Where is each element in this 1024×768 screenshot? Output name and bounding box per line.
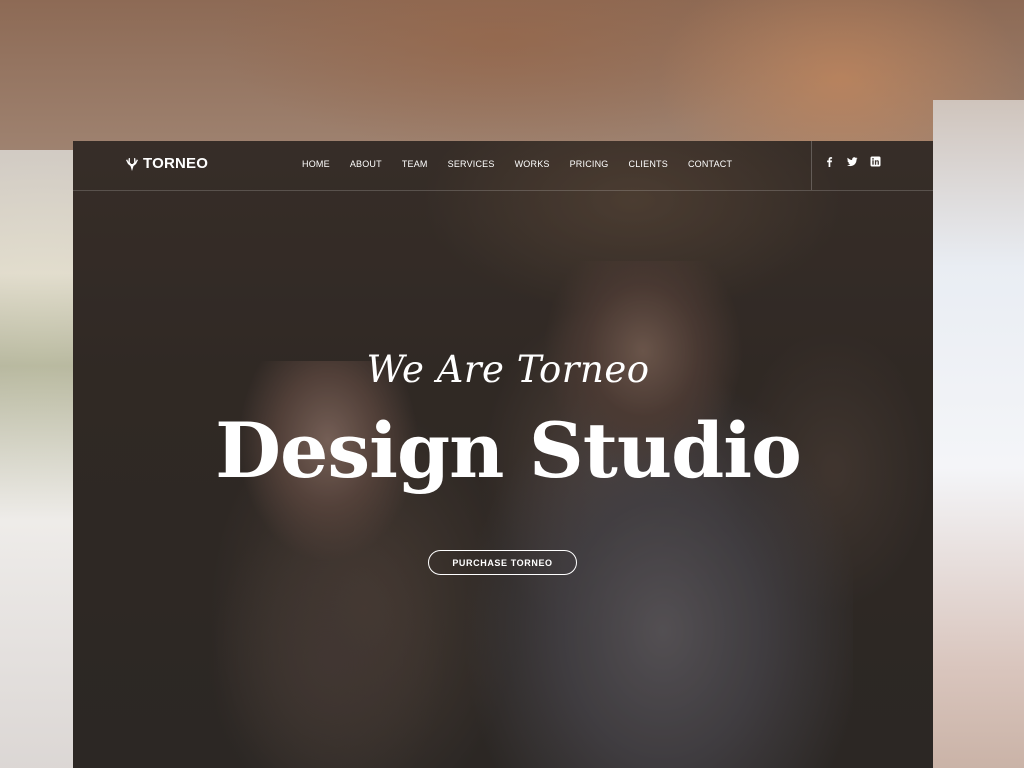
deer-antlers-icon [126,157,138,171]
twitter-icon[interactable] [847,156,858,167]
nav-item-home[interactable]: HOME [302,159,330,169]
main-nav: HOME ABOUT TEAM SERVICES WORKS PRICING C… [302,141,752,187]
nav-item-pricing[interactable]: PRICING [570,159,609,169]
hero-title: Design Studio [215,406,802,495]
nav-item-services[interactable]: SERVICES [448,159,495,169]
site-logo[interactable]: TORNEO [125,155,208,172]
social-links [824,156,881,167]
nav-item-clients[interactable]: CLIENTS [629,159,668,169]
purchase-button[interactable]: PURCHASE TORNEO [428,550,577,575]
website-preview: TORNEO HOME ABOUT TEAM SERVICES WORKS PR… [73,141,933,768]
facebook-icon[interactable] [824,156,835,167]
brand-name: TORNEO [143,155,209,172]
nav-item-team[interactable]: TEAM [402,159,428,169]
hero-subtitle: We Are Torneo [366,348,650,391]
linkedin-icon[interactable] [870,156,881,167]
nav-item-about[interactable]: ABOUT [350,159,382,169]
site-header: TORNEO HOME ABOUT TEAM SERVICES WORKS PR… [73,141,933,191]
background-blur-right [933,100,1024,768]
background-blur-left [0,150,73,768]
header-divider [811,141,812,190]
nav-item-works[interactable]: WORKS [515,159,550,169]
nav-item-contact[interactable]: CONTACT [688,159,732,169]
